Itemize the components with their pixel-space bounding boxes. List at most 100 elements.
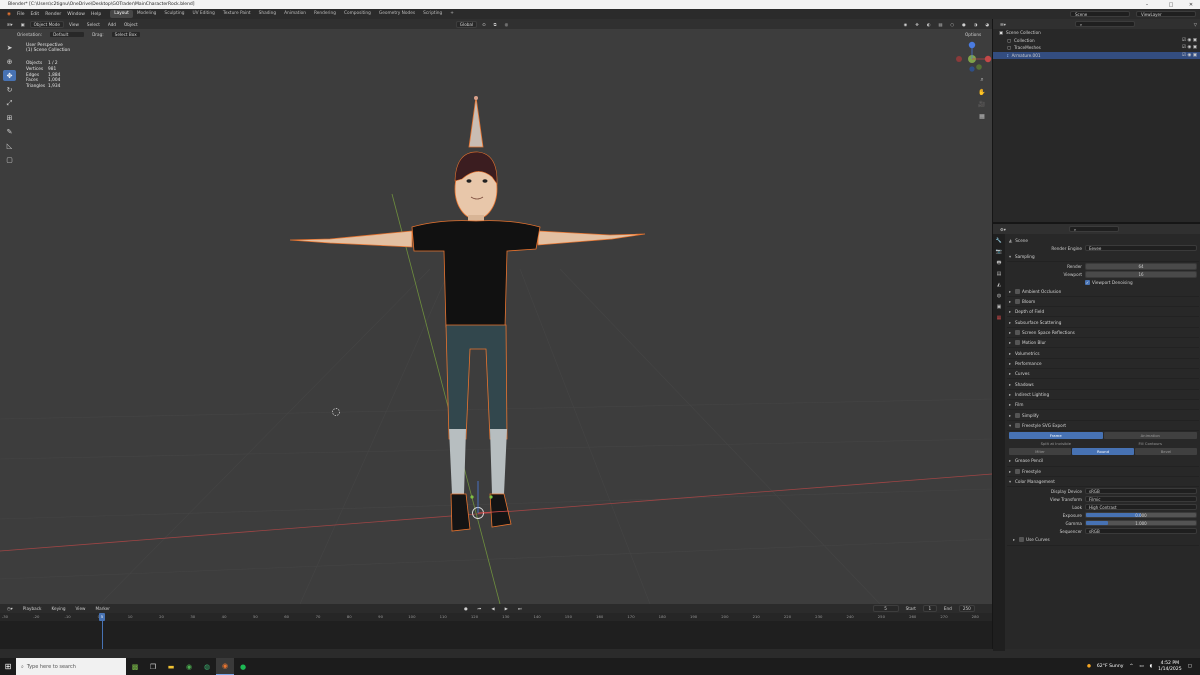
menu-file[interactable]: File <box>14 12 28 17</box>
fill-contours-toggle[interactable]: Fill Contours <box>1104 440 1198 447</box>
scale-tool-icon[interactable]: ⤢ <box>3 98 16 109</box>
visibility-icon[interactable]: ◉ <box>901 21 911 28</box>
mode-selector[interactable]: Object Mode <box>29 20 64 28</box>
section-subsurface-scattering[interactable]: ▸ Subsurface Scattering <box>1007 317 1199 328</box>
section-screen-space-reflections[interactable]: ▸ Screen Space Reflections <box>1007 328 1199 339</box>
transform-orientation-selector[interactable]: Global <box>455 20 478 28</box>
windows-start-icon[interactable]: ⊞ <box>0 658 16 675</box>
section-color-management[interactable]: ▾ Color Management <box>1007 477 1199 488</box>
close-button[interactable]: ✕ <box>1184 0 1198 9</box>
render-tab-icon[interactable]: 📷 <box>995 249 1003 256</box>
tab-scripting[interactable]: Scripting <box>419 10 446 18</box>
viewport-denoising-checkbox[interactable]: ✓ <box>1085 279 1090 285</box>
move-tool-icon[interactable]: ✥ <box>3 70 16 81</box>
outliner-row[interactable]: ▢ TraceMeshes ☑ ◉ ▣ <box>993 44 1200 52</box>
ortho-grid-icon[interactable]: ▦ <box>978 112 986 120</box>
network-icon[interactable]: ▭ <box>1139 664 1143 669</box>
output-tab-icon[interactable]: 🖶 <box>995 260 1003 267</box>
view-layer-tab-icon[interactable]: ▤ <box>995 271 1003 278</box>
outliner-row[interactable]: ⟟ Armature.001 ☑ ◉ ▣ <box>993 51 1200 59</box>
world-tab-icon[interactable]: ◍ <box>995 293 1003 300</box>
drag-selector[interactable]: Select Box <box>110 30 141 38</box>
menu-help[interactable]: Help <box>88 12 104 17</box>
orientation-selector[interactable]: Default <box>49 30 86 38</box>
svg-frame-button[interactable]: Frame <box>1009 432 1103 440</box>
transform-tool-icon[interactable]: ⊞ <box>3 112 16 123</box>
annotate-tool-icon[interactable]: ✎ <box>3 126 16 137</box>
properties-search-input[interactable]: ⌕ <box>1068 226 1119 232</box>
tool-tab-icon[interactable]: 🔧 <box>995 238 1003 245</box>
shading-solid-icon[interactable]: ● <box>959 21 969 28</box>
display-device-select[interactable]: sRGB <box>1085 487 1197 495</box>
cursor-tool-icon[interactable]: ⊕ <box>3 56 16 67</box>
join-bevel-button[interactable]: Bevel <box>1135 448 1197 456</box>
record-icon[interactable]: ● <box>461 605 471 612</box>
playback-menu[interactable]: Playback <box>20 605 45 612</box>
playhead-marker[interactable]: 5 <box>99 613 105 621</box>
tab-uv-editing[interactable]: UV Editing <box>188 10 218 18</box>
section-checkbox[interactable] <box>1015 288 1020 294</box>
view-transform-select[interactable]: Filmic <box>1085 495 1197 503</box>
render-samples-field[interactable]: 64 <box>1085 263 1197 270</box>
look-select[interactable]: High Contrast <box>1085 503 1197 511</box>
file-explorer-icon[interactable]: ▬ <box>162 658 180 675</box>
section-indirect-lighting[interactable]: ▸ Indirect Lighting <box>1007 390 1199 401</box>
pan-hand-icon[interactable]: ✋ <box>978 88 986 96</box>
keying-menu[interactable]: Keying <box>48 605 68 612</box>
camera-view-icon[interactable]: 🎥 <box>978 100 986 108</box>
section-use-curves[interactable]: ▸ Use Curves <box>1007 535 1199 546</box>
section-depth-of-field[interactable]: ▸ Depth of Field <box>1007 307 1199 318</box>
marker-menu[interactable]: Marker <box>92 605 112 612</box>
section-performance[interactable]: ▸ Performance <box>1007 359 1199 370</box>
view-menu[interactable]: View <box>66 21 82 28</box>
shading-material-icon[interactable]: ◑ <box>971 21 981 28</box>
pivot-icon[interactable]: ⊙ <box>479 21 489 28</box>
filter-icon[interactable]: ▽ <box>1191 21 1200 28</box>
section-freestyle[interactable]: ▸ Freestyle <box>1007 467 1199 477</box>
view-menu-timeline[interactable]: View <box>73 605 89 612</box>
rotate-tool-icon[interactable]: ↻ <box>3 84 16 95</box>
spotify-icon[interactable]: ● <box>234 658 252 675</box>
add-menu[interactable]: Add <box>105 21 119 28</box>
play-icon[interactable]: ▶ <box>502 605 511 612</box>
taskbar-search-input[interactable]: ⌕ Type here to search <box>16 658 126 675</box>
join-miter-button[interactable]: Miter <box>1009 448 1071 456</box>
visibility-toggles[interactable]: ☑ ◉ ▣ <box>1182 38 1197 43</box>
outliner-row[interactable]: ▢ Collection ☑ ◉ ▣ <box>993 37 1200 45</box>
scene-selector[interactable]: Scene <box>1070 11 1130 17</box>
tab-layout[interactable]: Layout <box>110 10 133 18</box>
join-round-button[interactable]: Round <box>1072 448 1134 456</box>
outliner-editor-icon[interactable]: ☰▾ <box>997 21 1009 28</box>
outliner-row[interactable]: ▣ Scene Collection <box>993 29 1200 37</box>
start-frame-field[interactable]: 1 <box>922 605 937 612</box>
section-simplify[interactable]: ▸ Simplify <box>1007 410 1199 421</box>
section-checkbox[interactable] <box>1015 340 1020 346</box>
section-curves[interactable]: ▸ Curves <box>1007 369 1199 380</box>
section-checkbox[interactable] <box>1015 412 1020 418</box>
menu-window[interactable]: Window <box>64 12 88 17</box>
select-menu[interactable]: Select <box>84 21 103 28</box>
tab-compositing[interactable]: Compositing <box>340 10 375 18</box>
minimize-button[interactable]: – <box>1140 0 1154 9</box>
section-bloom[interactable]: ▸ Bloom <box>1007 297 1199 308</box>
visibility-toggles[interactable]: ☑ ◉ ▣ <box>1182 45 1197 50</box>
menu-render[interactable]: Render <box>42 12 64 17</box>
shading-wire-icon[interactable]: ○ <box>947 21 957 28</box>
tab-animation[interactable]: Animation <box>280 10 310 18</box>
visibility-toggles[interactable]: ☑ ◉ ▣ <box>1182 53 1197 58</box>
end-frame-field[interactable]: 250 <box>958 605 975 612</box>
measure-tool-icon[interactable]: ◺ <box>3 140 16 151</box>
shading-rendered-icon[interactable]: ◕ <box>982 21 992 28</box>
viewport-samples-field[interactable]: 16 <box>1085 271 1197 278</box>
jump-end-icon[interactable]: ⏭ <box>515 605 525 612</box>
current-frame-field[interactable]: 5 <box>872 605 899 612</box>
chrome-icon[interactable]: ◉ <box>180 658 198 675</box>
weather-label[interactable]: 62°F Sunny <box>1097 664 1124 669</box>
editor-type-icon[interactable]: ⊞▾ <box>4 21 16 28</box>
clock[interactable]: 4:52 PM 1/14/2025 <box>1158 661 1182 672</box>
timeline-editor-icon[interactable]: ◷▾ <box>4 605 16 612</box>
section-checkbox[interactable] <box>1015 298 1020 304</box>
options-label[interactable]: Options <box>962 32 984 37</box>
zoom-icon[interactable]: ⌕ <box>978 76 986 84</box>
section-freestyle-svg-export[interactable]: ▾ Freestyle SVG Export <box>1007 421 1199 432</box>
